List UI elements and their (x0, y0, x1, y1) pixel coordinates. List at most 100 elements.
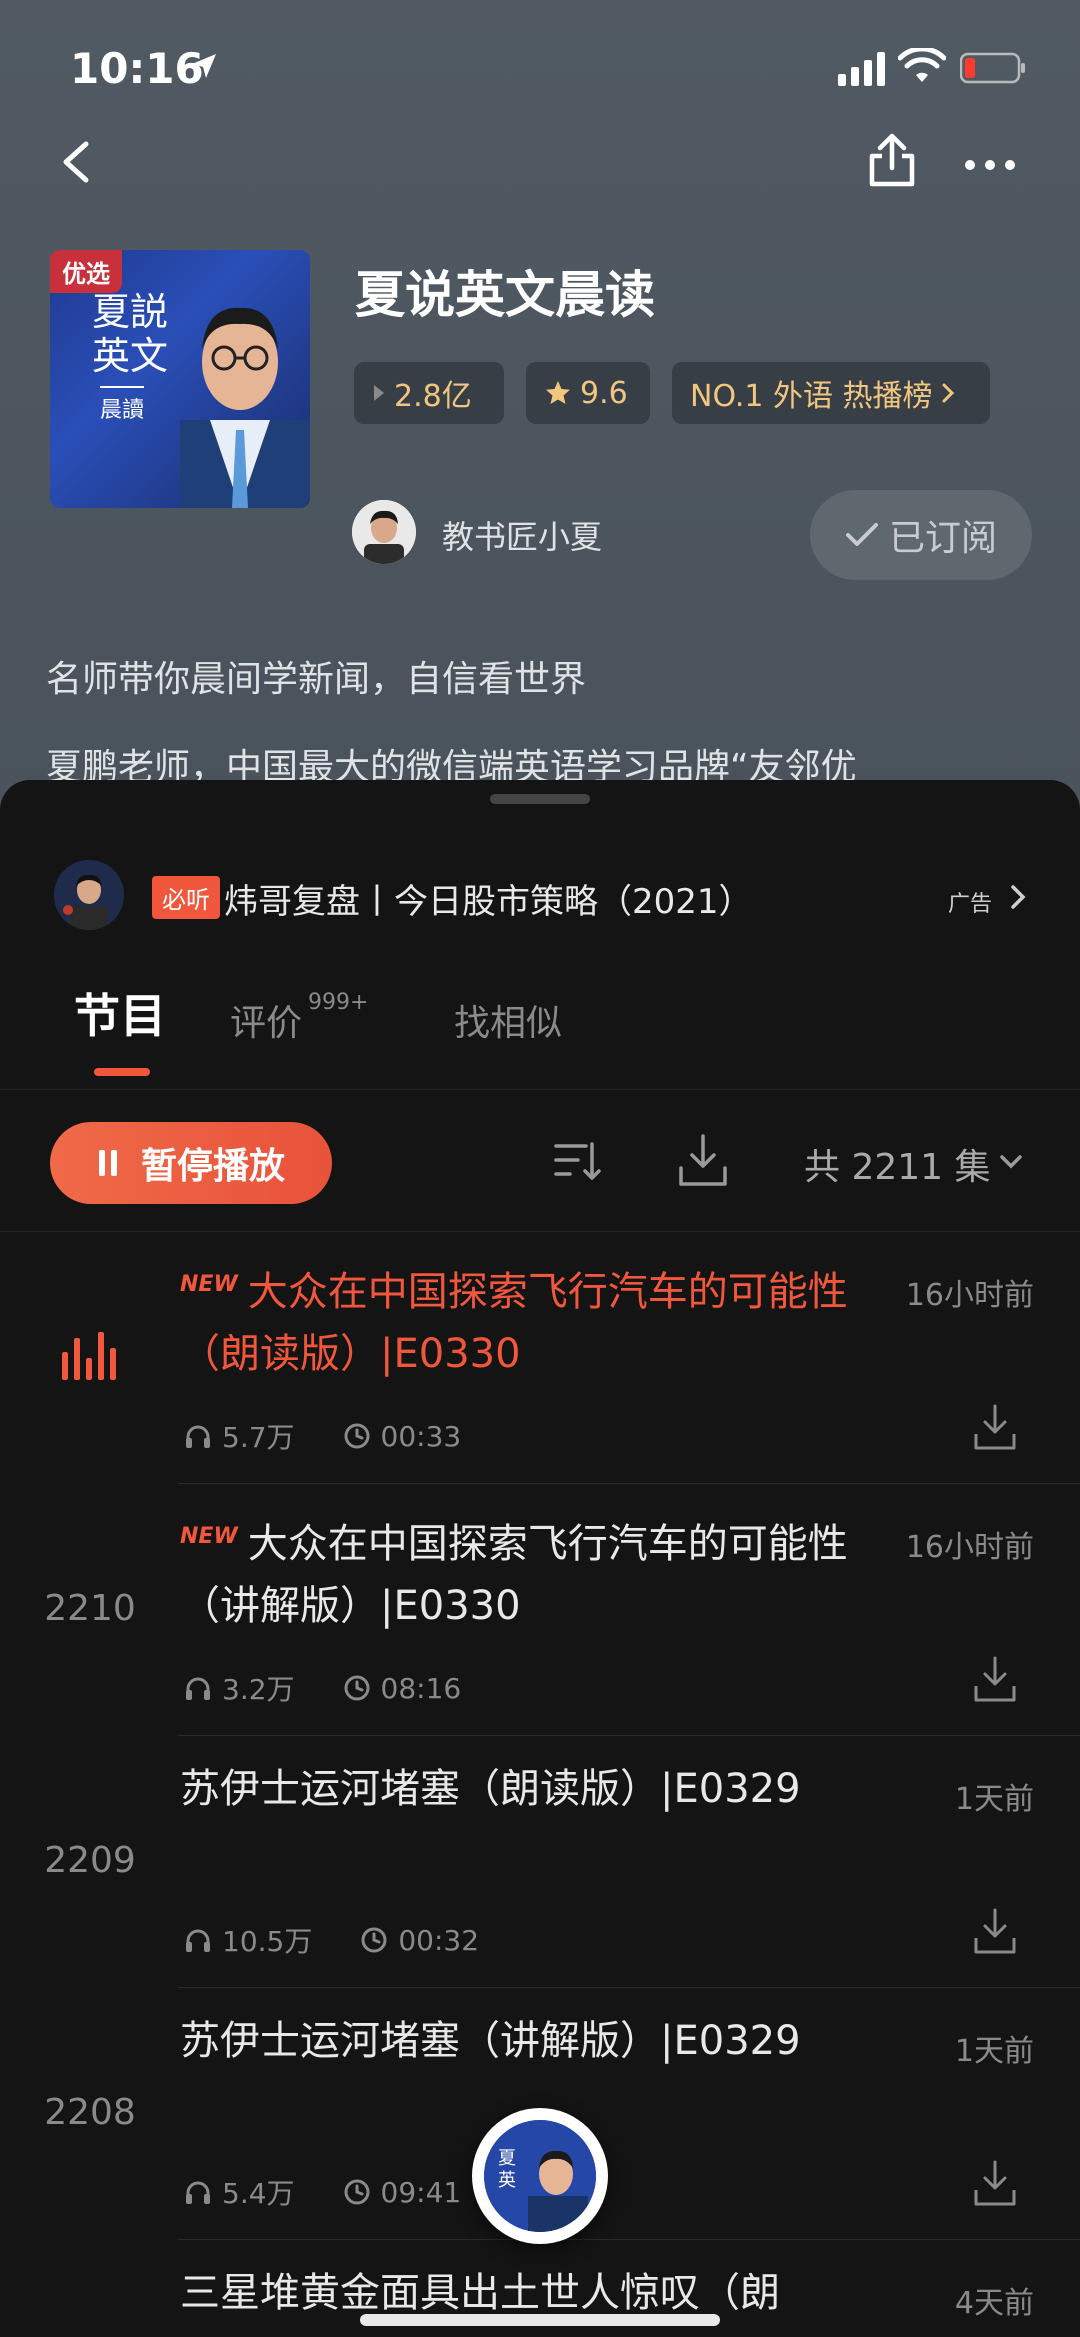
batch-download-icon[interactable] (676, 1132, 730, 1188)
play-count: 2.8亿 (394, 379, 472, 414)
episode-duration: 00:33 (380, 1419, 462, 1453)
host-portrait-image (180, 307, 310, 508)
new-badge: NEW (180, 1272, 238, 1297)
download-icon[interactable] (972, 1402, 1018, 1452)
checkmark-icon (845, 523, 878, 546)
episode-published-time: 16小时前 (905, 1530, 1034, 1565)
tab-episodes[interactable]: 节目 (74, 980, 166, 1046)
headphones-icon (186, 1929, 210, 1952)
episode-title-text: 大众在中国探索飞行汽车的可能性（朗读版）|E0330 (180, 1269, 848, 1377)
chevron-right-icon (1011, 885, 1026, 909)
ad-avatar-image (54, 860, 124, 930)
ad-title: 炜哥复盘丨今日股市策略（2021） (224, 882, 753, 922)
clock-icon (344, 2179, 370, 2205)
svg-text:英: 英 (498, 2170, 516, 2191)
sort-order-icon[interactable] (552, 1136, 602, 1186)
tab-active-indicator (94, 1068, 150, 1076)
clock-icon (361, 1927, 387, 1953)
album-title: 夏说英文晨读 (355, 266, 655, 324)
chevron-right-icon (942, 383, 954, 403)
episode-meta: 3.2万 08:16 (184, 1668, 461, 1708)
mini-player-cover: 夏 英 (484, 2120, 596, 2232)
download-icon[interactable] (972, 1906, 1018, 1956)
sheet-grabber[interactable] (490, 794, 590, 804)
author-avatar-image (352, 500, 416, 564)
download-icon[interactable] (972, 1654, 1018, 1704)
episode-published-time: 1天前 (954, 1782, 1034, 1817)
episode-published-time: 1天前 (954, 2034, 1034, 2069)
episode-published-time: 4天前 (954, 2286, 1034, 2321)
cover-subtitle-text: 晨讀 (100, 386, 145, 424)
list-item[interactable]: 2210 NEW 大众在中国探索飞行汽车的可能性（讲解版）|E0330 16小时前… (0, 1484, 1080, 1736)
episode-plays: 3.2万 (222, 1673, 295, 1706)
list-item[interactable]: NEW 大众在中国探索飞行汽车的可能性（朗读版）|E0330 16小时前 5.7万… (0, 1232, 1080, 1484)
author-name[interactable]: 教书匠小夏 (442, 512, 602, 558)
battery-icon (960, 52, 1025, 84)
location-arrow-icon (192, 54, 216, 78)
ad-label: 广告 (948, 892, 993, 917)
playlist-controls: 暂停播放 共 2211 集 (0, 1092, 1080, 1232)
episode-count[interactable]: 共 2211 集 (804, 1138, 991, 1190)
play-triangle-icon (374, 385, 384, 401)
status-bar: 10:16 (0, 0, 1080, 130)
reviews-count: 999+ (308, 990, 369, 1015)
svg-text:夏: 夏 (498, 2148, 516, 2169)
subscribed-button[interactable]: 已订阅 (810, 490, 1032, 580)
pause-icon (98, 1150, 117, 1176)
episode-meta: 5.4万 09:41 (184, 2172, 461, 2212)
star-icon (546, 381, 570, 404)
more-options-button[interactable] (960, 140, 1020, 190)
rank-badge[interactable]: NO.1 外语 热播榜 (672, 362, 990, 424)
status-time: 10:16 (70, 44, 204, 93)
mini-player-button[interactable]: 夏 英 (472, 2108, 608, 2244)
now-playing-equalizer-icon (62, 1332, 116, 1380)
list-item[interactable]: 2209 苏伊士运河堵塞（朗读版）|E0329 1天前 10.5万 00:32 (0, 1736, 1080, 1988)
ad-banner[interactable]: 必听 炜哥复盘丨今日股市策略（2021） 广告 (0, 860, 1080, 980)
headphones-icon (186, 2181, 210, 2204)
episode-plays: 5.4万 (222, 2177, 295, 2210)
rating-value: 9.6 (580, 375, 628, 411)
cellular-signal-icon (838, 52, 885, 86)
episode-duration: 00:32 (398, 1923, 480, 1957)
episode-number: 2208 (44, 2092, 136, 2133)
headphones-icon (186, 1425, 210, 1448)
episode-published-time: 16小时前 (905, 1278, 1034, 1313)
rating-badge: 9.6 (526, 362, 650, 424)
tab-bar: 节目 评价999+ 找相似 (0, 980, 1080, 1090)
back-button[interactable] (52, 132, 100, 192)
album-tagline: 名师带你晨间学新闻，自信看世界 (46, 659, 587, 700)
episode-title-text: 大众在中国探索飞行汽车的可能性（讲解版）|E0330 (180, 1521, 848, 1629)
episode-plays: 5.7万 (222, 1421, 295, 1454)
episode-plays: 10.5万 (222, 1925, 313, 1958)
pause-playback-button[interactable]: 暂停播放 (50, 1122, 332, 1204)
subscribed-label: 已订阅 (888, 518, 997, 559)
tab-similar[interactable]: 找相似 (454, 994, 562, 1046)
headphones-icon (186, 1677, 210, 1700)
episode-meta: 10.5万 00:32 (184, 1920, 479, 1960)
new-badge: NEW (180, 1524, 238, 1549)
episode-number: 2209 (44, 1840, 136, 1881)
ad-avatar (54, 860, 124, 930)
home-indicator[interactable] (360, 2314, 720, 2326)
rank-label: NO.1 外语 热播榜 (690, 379, 933, 414)
episode-title: NEW 大众在中国探索飞行汽车的可能性（讲解版）|E0330 (180, 1506, 860, 1637)
tab-reviews-label: 评价 (230, 1003, 303, 1044)
episode-title: NEW 大众在中国探索飞行汽车的可能性（朗读版）|E0330 (180, 1254, 860, 1385)
play-count-badge: 2.8亿 (354, 362, 504, 424)
album-cover[interactable]: 优选 夏説英文 晨讀 (50, 250, 310, 508)
download-icon[interactable] (972, 2158, 1018, 2208)
mini-player-cover-image: 夏 英 (484, 2120, 596, 2232)
episode-duration: 09:41 (380, 2175, 462, 2209)
ad-must-listen-tag: 必听 (152, 876, 220, 919)
share-button[interactable] (864, 130, 920, 190)
author-avatar[interactable] (352, 500, 416, 564)
episode-title: 苏伊士运河堵塞（朗读版）|E0329 (180, 1766, 801, 1812)
episode-number: 2210 (44, 1588, 136, 1629)
episode-meta: 5.7万 00:33 (184, 1416, 461, 1456)
episode-title: 苏伊士运河堵塞（讲解版）|E0329 (180, 2018, 801, 2064)
tab-reviews[interactable]: 评价999+ (230, 990, 368, 1046)
cover-featured-tag: 优选 (50, 250, 122, 293)
chevron-down-icon (1000, 1155, 1022, 1169)
clock-icon (344, 1675, 370, 1701)
episode-duration: 08:16 (380, 1671, 462, 1705)
